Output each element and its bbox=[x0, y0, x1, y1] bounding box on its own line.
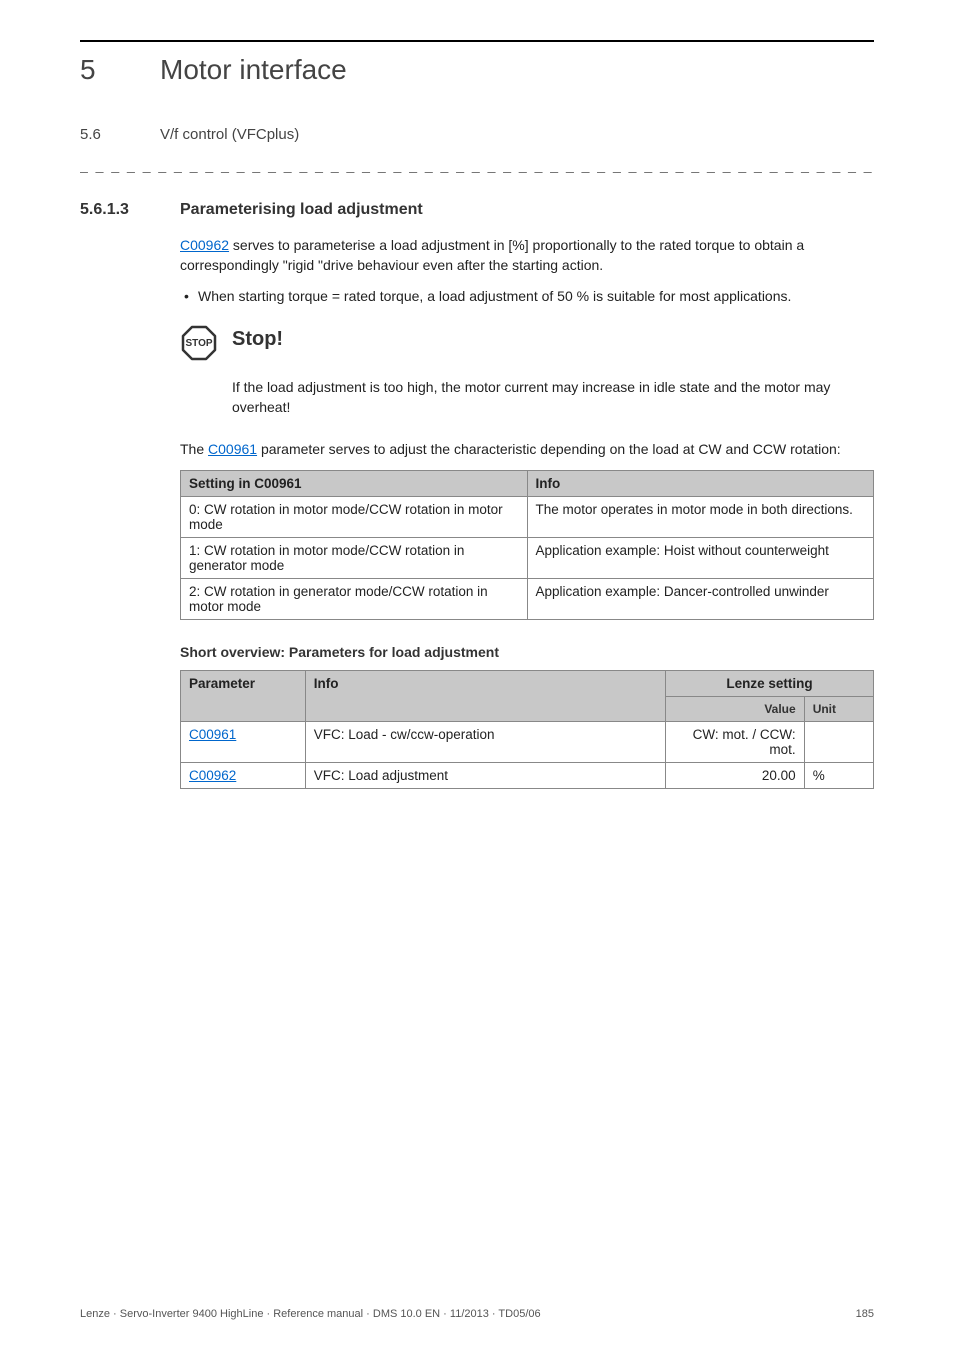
th-setting: Setting in C00961 bbox=[181, 470, 528, 496]
chapter-title: Motor interface bbox=[160, 54, 347, 86]
link-c00961[interactable]: C00961 bbox=[208, 441, 257, 457]
link-c00962[interactable]: C00962 bbox=[180, 237, 229, 253]
top-rule bbox=[80, 40, 874, 42]
cell-info: The motor operates in motor mode in both… bbox=[527, 496, 874, 537]
table-row: 0: CW rotation in motor mode/CCW rotatio… bbox=[181, 496, 874, 537]
bullet-list: When starting torque = rated torque, a l… bbox=[180, 286, 874, 306]
stop-callout: STOP Stop! bbox=[180, 328, 874, 365]
short-overview-heading: Short overview: Parameters for load adju… bbox=[180, 644, 874, 660]
table-c00961-settings: Setting in C00961 Info 0: CW rotation in… bbox=[180, 470, 874, 620]
stop-icon: STOP bbox=[180, 324, 218, 365]
bullet-item: When starting torque = rated torque, a l… bbox=[180, 286, 874, 306]
th-unit: Unit bbox=[804, 696, 873, 721]
paragraph-c00961: The C00961 parameter serves to adjust th… bbox=[180, 439, 874, 459]
th-info: Info bbox=[305, 670, 665, 721]
svg-text:STOP: STOP bbox=[185, 338, 212, 349]
footer-left: Lenze · Servo-Inverter 9400 HighLine · R… bbox=[80, 1308, 541, 1320]
table-header-row: Parameter Info Lenze setting bbox=[181, 670, 874, 696]
subsection-heading: 5.6.1.3 Parameterising load adjustment bbox=[80, 201, 874, 219]
cell-param: C00962 bbox=[181, 762, 306, 788]
chapter-header: 5 Motor interface bbox=[80, 54, 874, 86]
table-row: C00961 VFC: Load - cw/ccw-operation CW: … bbox=[181, 721, 874, 762]
cell-param: C00961 bbox=[181, 721, 306, 762]
th-lenze-setting: Lenze setting bbox=[666, 670, 874, 696]
cell-setting: 1: CW rotation in motor mode/CCW rotatio… bbox=[181, 537, 528, 578]
paragraph-c00961-post: parameter serves to adjust the character… bbox=[257, 441, 841, 457]
cell-setting: 0: CW rotation in motor mode/CCW rotatio… bbox=[181, 496, 528, 537]
stop-title: Stop! bbox=[232, 328, 283, 351]
cell-value: 20.00 bbox=[666, 762, 805, 788]
cell-value: CW: mot. / CCW: mot. bbox=[666, 721, 805, 762]
chapter-number: 5 bbox=[80, 54, 120, 86]
th-info: Info bbox=[527, 470, 874, 496]
cell-info: Application example: Hoist without count… bbox=[527, 537, 874, 578]
paragraph-intro: C00962 serves to parameterise a load adj… bbox=[180, 235, 874, 276]
th-value: Value bbox=[666, 696, 805, 721]
table-header-row: Setting in C00961 Info bbox=[181, 470, 874, 496]
cell-unit bbox=[804, 721, 873, 762]
subsection-title: Parameterising load adjustment bbox=[180, 201, 423, 219]
table-row: C00962 VFC: Load adjustment 20.00 % bbox=[181, 762, 874, 788]
cell-unit: % bbox=[804, 762, 873, 788]
table-parameters: Parameter Info Lenze setting Value Unit … bbox=[180, 670, 874, 789]
cell-info: Application example: Dancer-controlled u… bbox=[527, 578, 874, 619]
cell-setting: 2: CW rotation in generator mode/CCW rot… bbox=[181, 578, 528, 619]
section-number: 5.6 bbox=[80, 126, 120, 143]
subsection-number: 5.6.1.3 bbox=[80, 201, 150, 219]
paragraph-c00961-pre: The bbox=[180, 441, 208, 457]
cell-info: VFC: Load adjustment bbox=[305, 762, 665, 788]
section-header: 5.6 V/f control (VFCplus) bbox=[80, 126, 874, 143]
link-param[interactable]: C00962 bbox=[189, 768, 236, 783]
table-row: 1: CW rotation in motor mode/CCW rotatio… bbox=[181, 537, 874, 578]
stop-text: If the load adjustment is too high, the … bbox=[232, 377, 874, 418]
section-title: V/f control (VFCplus) bbox=[160, 126, 299, 143]
paragraph-intro-text: serves to parameterise a load adjustment… bbox=[180, 237, 804, 273]
cell-info: VFC: Load - cw/ccw-operation bbox=[305, 721, 665, 762]
table-row: 2: CW rotation in generator mode/CCW rot… bbox=[181, 578, 874, 619]
th-parameter: Parameter bbox=[181, 670, 306, 721]
page-footer: Lenze · Servo-Inverter 9400 HighLine · R… bbox=[80, 1308, 874, 1320]
footer-page-number: 185 bbox=[856, 1308, 874, 1320]
link-param[interactable]: C00961 bbox=[189, 727, 236, 742]
dashed-rule: _ _ _ _ _ _ _ _ _ _ _ _ _ _ _ _ _ _ _ _ … bbox=[80, 157, 874, 173]
